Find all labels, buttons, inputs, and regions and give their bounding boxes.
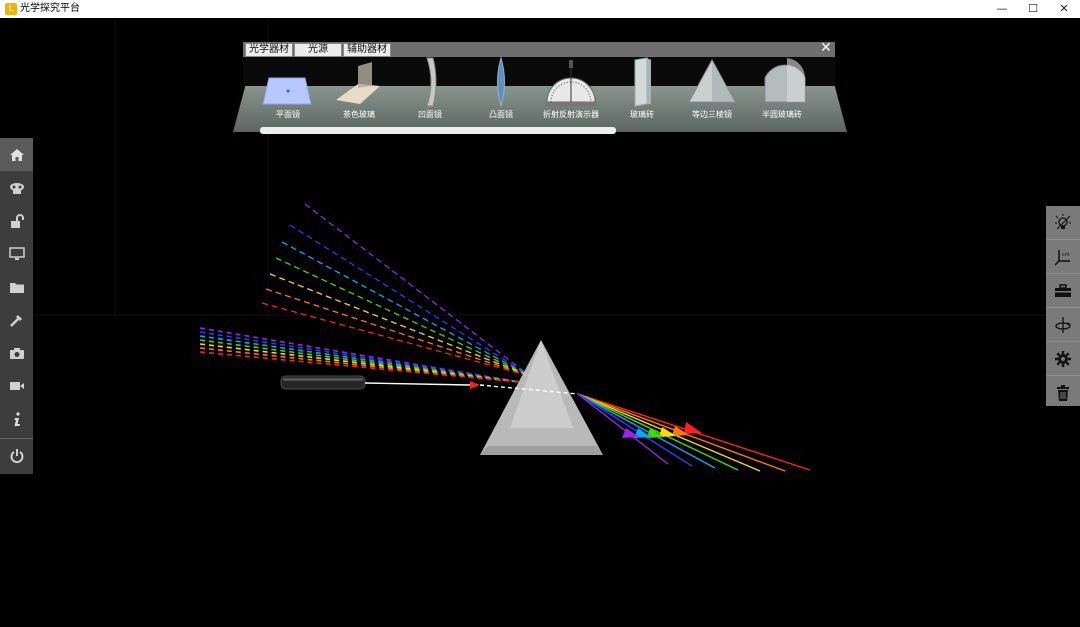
toolbox-button[interactable] [1046,274,1080,308]
virtual-ray-yellow [269,273,531,377]
library-item-prism[interactable]: 等边三棱镜 [677,56,747,120]
right-toolbar: cm [1046,206,1080,406]
laser-pointer [280,375,366,390]
library-tab-bar: 光学器材 光源 辅助器材 ✕ [243,41,835,57]
tools-icon [9,314,22,327]
item-label: 茶色玻璃 [343,110,375,119]
item-label: 平面镜 [276,110,300,119]
left-toolbar [0,138,33,474]
library-item-half-cylinder[interactable]: 半圆玻璃砖 [747,56,817,120]
settings-button[interactable] [1046,342,1080,376]
axes-icon: cm [1054,249,1070,266]
toolbox-icon [1055,283,1071,297]
svg-text:cm: cm [1062,252,1070,258]
protractor-demo-icon [545,60,597,106]
library-item-concave-mirror[interactable]: 凹面镜 [395,56,465,120]
library-item-plane-mirror[interactable]: 平面镜 [253,56,323,120]
close-icon[interactable]: ✕ [819,41,833,55]
home-button[interactable] [0,138,33,171]
library-scrollbar[interactable] [260,127,616,134]
scene-button[interactable] [0,171,33,204]
beam-arrow [470,381,480,389]
item-label: 玻璃砖 [630,110,654,119]
exit-button[interactable] [0,438,33,472]
equipment-library: 光学器材 光源 辅助器材 ✕ 平面镜 茶色玻璃 凹面镜 凸面镜 折射反射演示器 … [233,41,847,134]
tab-optical-equipment[interactable]: 光学器材 [245,43,293,57]
bulb-icon [1055,213,1071,229]
delete-button[interactable] [1046,376,1080,409]
item-label: 凹面镜 [418,110,442,119]
prism-icon [688,58,736,103]
item-label: 等边三棱镜 [692,110,732,119]
close-window-button[interactable]: ✕ [1049,0,1079,18]
title-bar: L 光学探究平台 — ☐ ✕ [0,0,1080,18]
item-label: 半圆玻璃砖 [762,110,802,119]
lock-button[interactable] [0,204,33,237]
window-title: 光学探究平台 [20,3,80,14]
info-icon [14,411,20,426]
home-icon [9,148,24,161]
glass-brick-icon [634,57,651,107]
scene-canvas[interactable]: 光学器材 光源 辅助器材 ✕ 平面镜 茶色玻璃 凹面镜 凸面镜 折射反射演示器 … [0,18,1080,627]
half-cylinder-icon [764,58,806,103]
rotate-icon [1055,316,1071,333]
library-item-convex-mirror[interactable]: 凸面镜 [466,56,536,120]
convex-mirror-icon [497,56,505,108]
prism-base [480,446,603,455]
ray-green [577,393,739,471]
app-icon: L [5,3,17,15]
files-button[interactable] [0,270,33,303]
unlock-icon [10,213,24,228]
trash-icon [1057,384,1069,401]
light-button[interactable] [1046,206,1080,240]
library-item-tinted-glass[interactable]: 茶色玻璃 [324,56,394,120]
tools-button[interactable] [0,303,33,336]
camera-icon [9,347,24,359]
library-item-glass-brick[interactable]: 玻璃砖 [607,56,677,120]
item-label: 折射反射演示器 [543,110,599,119]
white-beam [364,382,471,386]
virtual-ray-violet [304,203,531,377]
scene-icon [9,182,24,194]
rotate-button[interactable] [1046,308,1080,342]
item-label: 凸面镜 [489,110,513,119]
minimize-button[interactable]: — [987,0,1017,18]
maximize-button[interactable]: ☐ [1018,0,1048,18]
dispersed-rays [577,393,811,472]
gear-icon [1055,350,1071,367]
plane-mirror-icon [262,77,312,105]
tab-auxiliary-equipment[interactable]: 辅助器材 [343,43,391,57]
trace-ray-violet [199,327,521,383]
screenshot-button[interactable] [0,336,33,369]
laser-body [280,375,366,390]
axes-button[interactable]: cm [1046,240,1080,274]
tab-light-source[interactable]: 光源 [294,43,342,57]
monitor-icon [8,246,25,260]
library-item-refraction-demo[interactable]: 折射反射演示器 [536,56,606,120]
video-icon [9,381,24,390]
laser-highlight [283,378,363,381]
tinted-glass-icon [336,62,380,104]
back-traced-rays [199,327,521,383]
record-button[interactable] [0,369,33,402]
display-button[interactable] [0,237,33,270]
folder-icon [9,282,24,293]
info-button[interactable] [0,402,33,435]
arrow-red [684,422,702,434]
power-icon [10,448,23,463]
concave-mirror-icon [426,57,437,107]
